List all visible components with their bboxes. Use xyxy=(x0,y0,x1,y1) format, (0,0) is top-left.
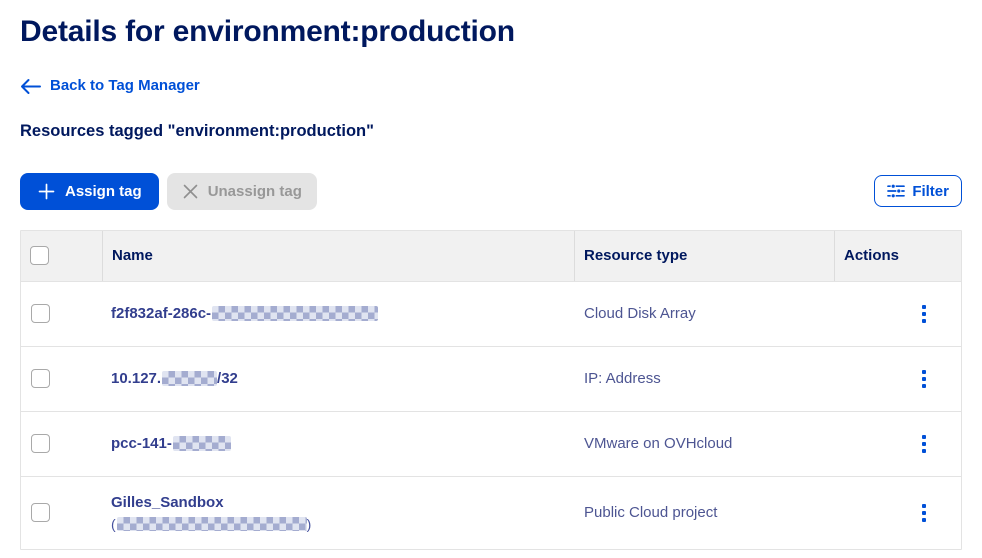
row-checkbox[interactable] xyxy=(31,304,50,323)
table-row: pcc-141- VMware on OVHcloud xyxy=(21,411,961,476)
resource-id-close-paren: ) xyxy=(307,516,312,532)
assign-tag-label: Assign tag xyxy=(65,184,142,199)
tag-details-page: Details for environment:production Back … xyxy=(0,0,982,550)
resource-type: Cloud Disk Array xyxy=(574,305,834,322)
redacted-text xyxy=(117,517,307,531)
sliders-icon xyxy=(887,183,905,199)
resource-name-text: Gilles_Sandbox xyxy=(111,494,224,511)
back-link[interactable]: Back to Tag Manager xyxy=(20,76,200,96)
resource-name-suffix: /32 xyxy=(217,370,238,387)
kebab-menu-icon xyxy=(922,504,926,508)
row-checkbox-cell xyxy=(21,282,102,346)
filter-label: Filter xyxy=(912,184,949,199)
kebab-menu-button[interactable] xyxy=(918,431,930,457)
row-checkbox[interactable] xyxy=(31,369,50,388)
page-title: Details for environment:production xyxy=(20,14,962,50)
unassign-tag-label: Unassign tag xyxy=(208,184,302,199)
column-header-name: Name xyxy=(102,231,574,281)
row-checkbox-cell xyxy=(21,412,102,476)
close-icon xyxy=(182,183,199,200)
select-all-checkbox[interactable] xyxy=(30,246,49,265)
row-checkbox[interactable] xyxy=(31,503,50,522)
row-checkbox-cell xyxy=(21,347,102,411)
redacted-text xyxy=(162,371,217,386)
resource-name: f2f832af-286c- xyxy=(102,305,574,322)
unassign-tag-button[interactable]: Unassign tag xyxy=(167,173,317,210)
resource-name-text: pcc-141- xyxy=(111,435,172,452)
arrow-left-icon xyxy=(20,78,41,95)
row-actions-cell xyxy=(834,431,961,457)
redacted-text xyxy=(173,436,231,451)
resources-table: Name Resource type Actions f2f832af-286c… xyxy=(20,230,962,550)
kebab-menu-icon xyxy=(922,435,926,439)
plus-icon xyxy=(37,182,56,201)
table-row: 10.127. /32 IP: Address xyxy=(21,346,961,411)
table-row: Gilles_Sandbox () Public Cloud project xyxy=(21,476,961,549)
page-subtitle: Resources tagged "environment:production… xyxy=(20,121,962,141)
select-all-cell xyxy=(21,231,102,281)
kebab-menu-icon xyxy=(922,370,926,374)
kebab-menu-button[interactable] xyxy=(918,500,930,526)
assign-tag-button[interactable]: Assign tag xyxy=(20,173,159,210)
resource-name: pcc-141- xyxy=(102,435,574,452)
resource-type: IP: Address xyxy=(574,370,834,387)
resource-name-text: 10.127. xyxy=(111,370,161,387)
resource-id-open-paren: ( xyxy=(111,516,116,532)
row-checkbox[interactable] xyxy=(31,434,50,453)
resource-name: Gilles_Sandbox () xyxy=(102,494,574,532)
redacted-text xyxy=(212,306,378,321)
column-header-actions: Actions xyxy=(834,231,961,281)
table-row: f2f832af-286c- Cloud Disk Array xyxy=(21,281,961,346)
toolbar: Assign tag Unassign tag xyxy=(20,173,962,210)
row-actions-cell xyxy=(834,500,961,526)
resource-type: Public Cloud project xyxy=(574,504,834,521)
resource-name-text: f2f832af-286c- xyxy=(111,305,211,322)
back-link-label: Back to Tag Manager xyxy=(50,76,200,96)
column-header-resource-type: Resource type xyxy=(574,231,834,281)
row-actions-cell xyxy=(834,366,961,392)
resource-type: VMware on OVHcloud xyxy=(574,435,834,452)
kebab-menu-button[interactable] xyxy=(918,301,930,327)
kebab-menu-button[interactable] xyxy=(918,366,930,392)
table-header-row: Name Resource type Actions xyxy=(21,231,961,281)
filter-button[interactable]: Filter xyxy=(874,175,962,207)
row-checkbox-cell xyxy=(21,477,102,549)
resource-name: 10.127. /32 xyxy=(102,370,574,387)
kebab-menu-icon xyxy=(922,305,926,309)
row-actions-cell xyxy=(834,301,961,327)
